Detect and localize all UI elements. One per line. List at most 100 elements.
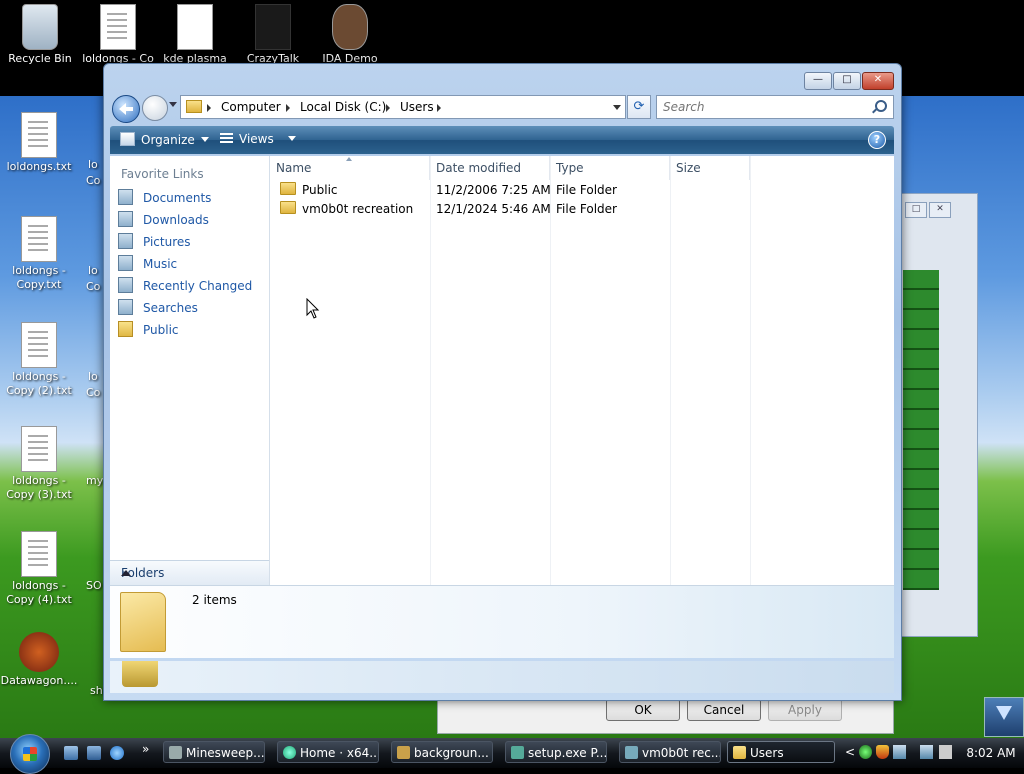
favorite-link-public[interactable]: Public bbox=[118, 320, 179, 340]
back-button[interactable] bbox=[112, 95, 140, 123]
favorite-link-label: Recently Changed bbox=[143, 279, 253, 293]
show-desktop-icon[interactable] bbox=[64, 746, 78, 760]
favorite-links-header: Favorite Links bbox=[121, 167, 204, 181]
datawagon-icon bbox=[19, 632, 59, 672]
chevron-down-icon bbox=[200, 137, 209, 142]
desktop-icon-loldongs-copy-2[interactable]: loldongs - Copy (2).txt bbox=[0, 322, 79, 398]
organize-button[interactable]: Organize bbox=[120, 132, 209, 147]
column-header-size[interactable]: Size bbox=[670, 156, 750, 180]
network-icon[interactable] bbox=[920, 745, 933, 759]
text-file-icon bbox=[21, 426, 57, 472]
minesweeper-caption-buttons: □ ✕ bbox=[905, 200, 953, 218]
cancel-button[interactable]: Cancel bbox=[687, 699, 761, 721]
favorite-link-music[interactable]: Music bbox=[118, 254, 177, 274]
desktop-icon-datawagon[interactable]: Datawagon.... bbox=[0, 632, 79, 688]
partial-desktop-label: my bbox=[86, 474, 104, 487]
download-arrow-icon[interactable] bbox=[984, 697, 1024, 737]
organize-label: Organize bbox=[141, 133, 195, 147]
favorite-link-searches[interactable]: Searches bbox=[118, 298, 198, 318]
ida-demo-icon bbox=[332, 4, 368, 50]
desktop-icon-kde-plasma[interactable]: kde plasma bbox=[155, 4, 235, 66]
start-button[interactable] bbox=[10, 734, 50, 774]
taskbar-button-setup[interactable]: setup.exe P... bbox=[505, 741, 607, 763]
taskbar-button-home[interactable]: Home · x64... bbox=[277, 741, 379, 763]
desktop-icon-ida-demo[interactable]: IDA Demo bbox=[310, 4, 390, 66]
favorite-link-downloads[interactable]: Downloads bbox=[118, 210, 209, 230]
folder-icon bbox=[280, 201, 296, 214]
favorite-link-pictures[interactable]: Pictures bbox=[118, 232, 191, 252]
breadcrumb-users[interactable]: Users bbox=[400, 100, 434, 114]
table-row[interactable]: Public 11/2/2006 7:25 AM File Folder bbox=[270, 181, 894, 200]
desktop-icon-loldongs-co[interactable]: loldongs - Co bbox=[78, 4, 158, 66]
quick-launch-more[interactable]: » bbox=[142, 742, 149, 756]
security-shield-icon[interactable] bbox=[876, 745, 889, 759]
restore-icon[interactable]: □ bbox=[905, 202, 927, 218]
breadcrumb-computer[interactable]: Computer bbox=[221, 100, 281, 114]
table-row[interactable]: vm0b0t recreation 12/1/2024 5:46 AM File… bbox=[270, 200, 894, 219]
search-input[interactable] bbox=[661, 99, 865, 115]
close-button[interactable]: ✕ bbox=[862, 72, 894, 90]
recycle-bin-icon bbox=[22, 4, 58, 50]
taskbar-button-label: backgroun... bbox=[414, 746, 489, 760]
chevron-right-icon[interactable] bbox=[207, 104, 211, 112]
favorite-link-label: Documents bbox=[143, 191, 212, 205]
file-date-modified: 11/2/2006 7:25 AM bbox=[436, 183, 551, 197]
chevron-right-icon[interactable] bbox=[437, 104, 441, 112]
desktop-icon-loldongs[interactable]: loldongs.txt bbox=[0, 112, 79, 174]
favorite-link-label: Searches bbox=[143, 301, 198, 315]
help-button[interactable]: ? bbox=[868, 131, 886, 149]
taskbar-button-users[interactable]: Users bbox=[727, 741, 835, 763]
taskbar-button-vm0b0t[interactable]: vm0b0t rec... bbox=[619, 741, 721, 763]
sort-ascending-icon bbox=[346, 157, 352, 161]
favorite-link-label: Downloads bbox=[143, 213, 209, 227]
device-icon[interactable] bbox=[893, 745, 906, 759]
address-history-dropdown-icon[interactable] bbox=[613, 105, 621, 110]
ok-button[interactable]: OK bbox=[606, 699, 680, 721]
recent-pages-dropdown-icon[interactable] bbox=[169, 102, 177, 107]
folders-toggle[interactable]: Folders bbox=[110, 560, 269, 586]
desktop-icon-crazytalk[interactable]: CrazyTalk bbox=[233, 4, 313, 66]
taskbar-button-background[interactable]: backgroun... bbox=[391, 741, 493, 763]
clock[interactable]: 8:02 AM bbox=[963, 738, 1019, 768]
column-divider bbox=[550, 156, 551, 585]
apply-button[interactable]: Apply bbox=[768, 699, 842, 721]
address-bar[interactable]: Computer Local Disk (C:) Users bbox=[180, 95, 626, 119]
details-pane: 2 items bbox=[110, 585, 894, 658]
taskbar-button-minesweeper[interactable]: Minesweep... bbox=[163, 741, 265, 763]
desktop-icon-label: Datawagon.... bbox=[0, 674, 78, 687]
chevron-right-icon[interactable] bbox=[286, 104, 290, 112]
desktop-icon-recycle-bin[interactable]: Recycle Bin bbox=[0, 4, 80, 66]
column-header-date-modified[interactable]: Date modified bbox=[430, 156, 550, 180]
taskbar-button-label: Home · x64... bbox=[300, 746, 379, 760]
partial-desktop-label: SO bbox=[86, 579, 102, 592]
column-header-type[interactable]: Type bbox=[550, 156, 670, 180]
breadcrumb-local-disk[interactable]: Local Disk (C:) bbox=[300, 100, 386, 114]
forward-button[interactable] bbox=[142, 95, 168, 121]
refresh-button[interactable]: ⟳ bbox=[627, 95, 651, 119]
tray-expand-chevron[interactable]: < bbox=[845, 745, 855, 759]
favorite-link-recently-changed[interactable]: Recently Changed bbox=[118, 276, 252, 296]
chevron-up-icon bbox=[121, 570, 131, 576]
minesweeper-window[interactable]: □ ✕ bbox=[900, 193, 978, 637]
desktop-icon-loldongs-copy-4[interactable]: loldongs - Copy (4).txt bbox=[0, 531, 79, 607]
maximize-button[interactable]: □ bbox=[833, 72, 861, 90]
views-button[interactable]: Views bbox=[220, 132, 296, 146]
search-box[interactable] bbox=[656, 95, 894, 119]
internet-explorer-icon[interactable] bbox=[110, 746, 124, 760]
desktop-icon-label: Recycle Bin bbox=[8, 52, 72, 65]
favorite-link-documents[interactable]: Documents bbox=[118, 188, 211, 208]
desktop-icon-loldongs-copy[interactable]: loldongs - Copy.txt bbox=[0, 216, 79, 292]
mouse-cursor-icon bbox=[306, 298, 320, 319]
minesweeper-grid[interactable] bbox=[903, 270, 939, 590]
chevron-right-icon[interactable] bbox=[386, 104, 390, 112]
desktop-icon-loldongs-copy-3[interactable]: loldongs - Copy (3).txt bbox=[0, 426, 79, 502]
taskbar-button-label: vm0b0t rec... bbox=[642, 746, 721, 760]
desktop-icon-label: loldongs.txt bbox=[6, 160, 72, 173]
partial-desktop-label: sh bbox=[90, 684, 103, 697]
search-icon[interactable] bbox=[875, 100, 887, 112]
switch-windows-icon[interactable] bbox=[87, 746, 101, 760]
volume-muted-icon[interactable] bbox=[939, 745, 952, 759]
minimize-button[interactable]: — bbox=[804, 72, 832, 90]
close-icon[interactable]: ✕ bbox=[929, 202, 951, 218]
network-status-icon[interactable] bbox=[859, 745, 872, 759]
